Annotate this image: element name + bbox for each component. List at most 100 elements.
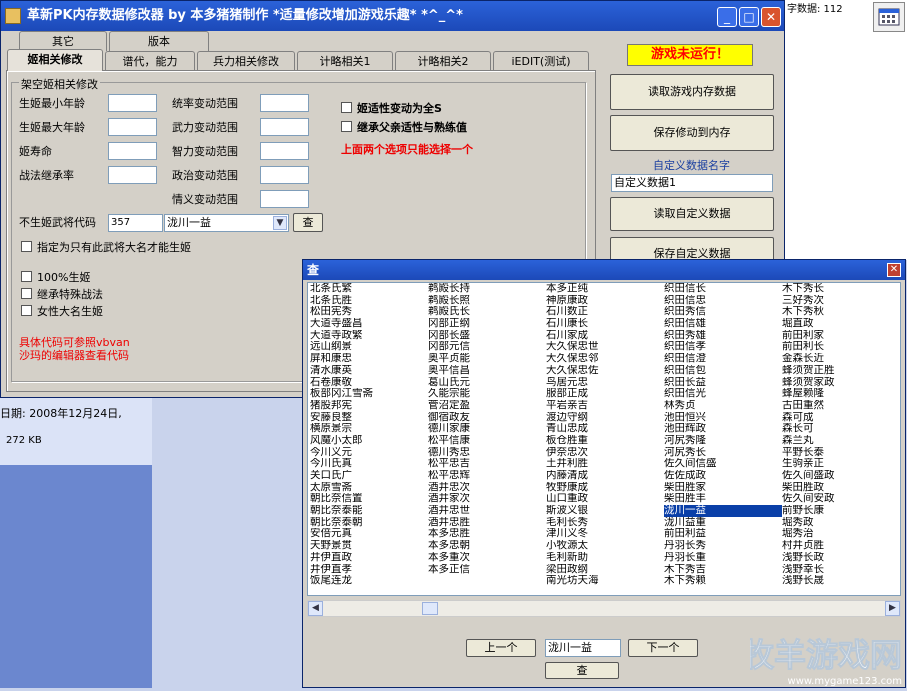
officer-list[interactable]: 北条氏繁 北条氏胜 松田宪秀 大道寺盛昌 大道寺政繁 远山纲景 屏和康忠 清水康英 石卷康敬 板部… <box>307 282 901 596</box>
list-item[interactable]: 蜂须贺正胜 <box>782 365 900 377</box>
tab-strategy1[interactable]: 计略相关1 <box>297 51 393 71</box>
list-item[interactable]: 大久保忠邻 <box>546 353 664 365</box>
list-item[interactable]: 冈部长盛 <box>428 330 546 342</box>
only-daimyo-checkbox[interactable] <box>21 241 32 252</box>
list-item[interactable]: 安藤良整 <box>310 412 428 424</box>
intel-range-input[interactable] <box>260 142 309 160</box>
list-item[interactable]: 井伊直政 <box>310 552 428 564</box>
list-item[interactable]: 冈部元信 <box>428 341 546 353</box>
list-item[interactable]: 鸟居元忠 <box>546 377 664 389</box>
list-item[interactable]: 奥平信昌 <box>428 365 546 377</box>
list-item[interactable]: 德川秀忠 <box>428 447 546 459</box>
tactic-rate-input[interactable] <box>108 166 157 184</box>
list-item[interactable]: 井伊直孝 <box>310 564 428 576</box>
list-item[interactable]: 堀秀政 <box>782 517 900 529</box>
officer-search-button[interactable]: 查 <box>293 213 323 232</box>
list-item[interactable]: 三好秀次 <box>782 295 900 307</box>
min-age-input[interactable] <box>108 94 157 112</box>
chevron-down-icon[interactable]: ▼ <box>273 216 287 230</box>
list-item[interactable]: 织田信忠 <box>664 295 782 307</box>
list-item[interactable]: 大久保忠佐 <box>546 365 664 377</box>
list-item[interactable]: 内藤清成 <box>546 470 664 482</box>
list-item[interactable]: 织田信雄 <box>664 318 782 330</box>
loyalty-range-input[interactable] <box>260 190 309 208</box>
list-item[interactable]: 北条氏繁 <box>310 283 428 295</box>
list-item[interactable]: 梁田政纲 <box>546 564 664 576</box>
list-item[interactable]: 小牧源太 <box>546 540 664 552</box>
tab-other[interactable]: 其它 <box>19 31 107 51</box>
list-item[interactable]: 泷川一益 <box>664 505 782 517</box>
list-item[interactable]: 堀秀治 <box>782 528 900 540</box>
list-item[interactable]: 安倍元真 <box>310 528 428 540</box>
custom-data-input[interactable]: 自定义数据1 <box>611 174 773 192</box>
list-item[interactable]: 今川氏真 <box>310 458 428 470</box>
scroll-thumb[interactable] <box>422 602 438 615</box>
list-item[interactable]: 酒井忠世 <box>428 505 546 517</box>
list-item[interactable]: 山口重政 <box>546 493 664 505</box>
list-item[interactable]: 林秀贞 <box>664 400 782 412</box>
list-item[interactable]: 前田利益 <box>664 528 782 540</box>
tab-lineage[interactable]: 谱代，能力 <box>105 51 195 71</box>
list-item[interactable]: 佐佐成政 <box>664 470 782 482</box>
list-item[interactable]: 金森长近 <box>782 353 900 365</box>
list-item[interactable]: 森长可 <box>782 423 900 435</box>
list-item[interactable]: 木下秀赖 <box>664 575 782 587</box>
maximize-button[interactable]: □ <box>739 7 759 27</box>
list-item[interactable]: 大道寺政繁 <box>310 330 428 342</box>
list-item[interactable]: 斯波义银 <box>546 505 664 517</box>
list-item[interactable]: 堀直政 <box>782 318 900 330</box>
list-item[interactable]: 伊奈忠次 <box>546 447 664 459</box>
list-item[interactable]: 织田长益 <box>664 377 782 389</box>
list-item[interactable]: 板部冈江雪斋 <box>310 388 428 400</box>
tab-iedit[interactable]: iEDIT(测试) <box>493 51 589 71</box>
list-item[interactable]: 前野长康 <box>782 505 900 517</box>
dialog-search-input[interactable]: 泷川一益 <box>545 639 621 657</box>
list-item[interactable]: 蜂须贺家政 <box>782 377 900 389</box>
tab-princess[interactable]: 姬相关修改 <box>7 49 103 71</box>
close-button[interactable]: ✕ <box>761 7 781 27</box>
horizontal-scrollbar[interactable]: ◀ ▶ <box>307 600 901 617</box>
list-item[interactable]: 浅野长晟 <box>782 575 900 587</box>
list-item[interactable]: 木下秀吉 <box>664 564 782 576</box>
tab-strategy2[interactable]: 计略相关2 <box>395 51 491 71</box>
list-item[interactable]: 毛利新助 <box>546 552 664 564</box>
list-item[interactable]: 鹈殿氏长 <box>428 306 546 318</box>
officer-code-input[interactable]: 357 <box>108 214 163 232</box>
list-item[interactable]: 南光坊天海 <box>546 575 664 587</box>
politics-range-input[interactable] <box>260 166 309 184</box>
list-item[interactable]: 佐久间信盛 <box>664 458 782 470</box>
list-item[interactable]: 本多正信 <box>428 564 546 576</box>
list-item[interactable]: 前田利长 <box>782 341 900 353</box>
list-item[interactable]: 池田辉政 <box>664 423 782 435</box>
list-item[interactable]: 木下秀长 <box>782 283 900 295</box>
list-item[interactable]: 佐久间盛政 <box>782 470 900 482</box>
scroll-left-icon[interactable]: ◀ <box>308 601 323 616</box>
list-item[interactable]: 德川家康 <box>428 423 546 435</box>
list-item[interactable]: 柴田胜家 <box>664 482 782 494</box>
list-item[interactable]: 村井贞胜 <box>782 540 900 552</box>
dialog-close-button[interactable]: ✕ <box>887 263 901 277</box>
list-item[interactable]: 森兰丸 <box>782 435 900 447</box>
read-memory-button[interactable]: 读取游戏内存数据 <box>610 74 774 110</box>
list-item[interactable]: 浅野幸长 <box>782 564 900 576</box>
list-item[interactable]: 鹈殿长持 <box>428 283 546 295</box>
list-item[interactable]: 鹈殿长照 <box>428 295 546 307</box>
read-custom-button[interactable]: 读取自定义数据 <box>610 197 774 231</box>
list-item[interactable]: 河尻秀隆 <box>664 435 782 447</box>
list-item[interactable]: 横原景宗 <box>310 423 428 435</box>
list-item[interactable]: 平野长泰 <box>782 447 900 459</box>
list-item[interactable]: 前田利家 <box>782 330 900 342</box>
list-item[interactable]: 朝比奈信置 <box>310 493 428 505</box>
list-item[interactable]: 本多正纯 <box>546 283 664 295</box>
main-title-bar[interactable]: 革新PK内存数据修改器 by 本多猪猪制作 *适量修改增加游戏乐趣* *^_^* <box>1 1 784 31</box>
list-item[interactable]: 奥平贞能 <box>428 353 546 365</box>
list-item[interactable]: 本多重次 <box>428 552 546 564</box>
war-range-input[interactable] <box>260 118 309 136</box>
list-item[interactable]: 浅野长政 <box>782 552 900 564</box>
list-item[interactable]: 大久保忠世 <box>546 341 664 353</box>
list-item[interactable]: 泷川益重 <box>664 517 782 529</box>
save-memory-button[interactable]: 保存修动到内存 <box>610 115 774 151</box>
list-item[interactable]: 松平忠吉 <box>428 458 546 470</box>
list-item[interactable]: 古田重然 <box>782 400 900 412</box>
list-item[interactable]: 柴田胜丰 <box>664 493 782 505</box>
